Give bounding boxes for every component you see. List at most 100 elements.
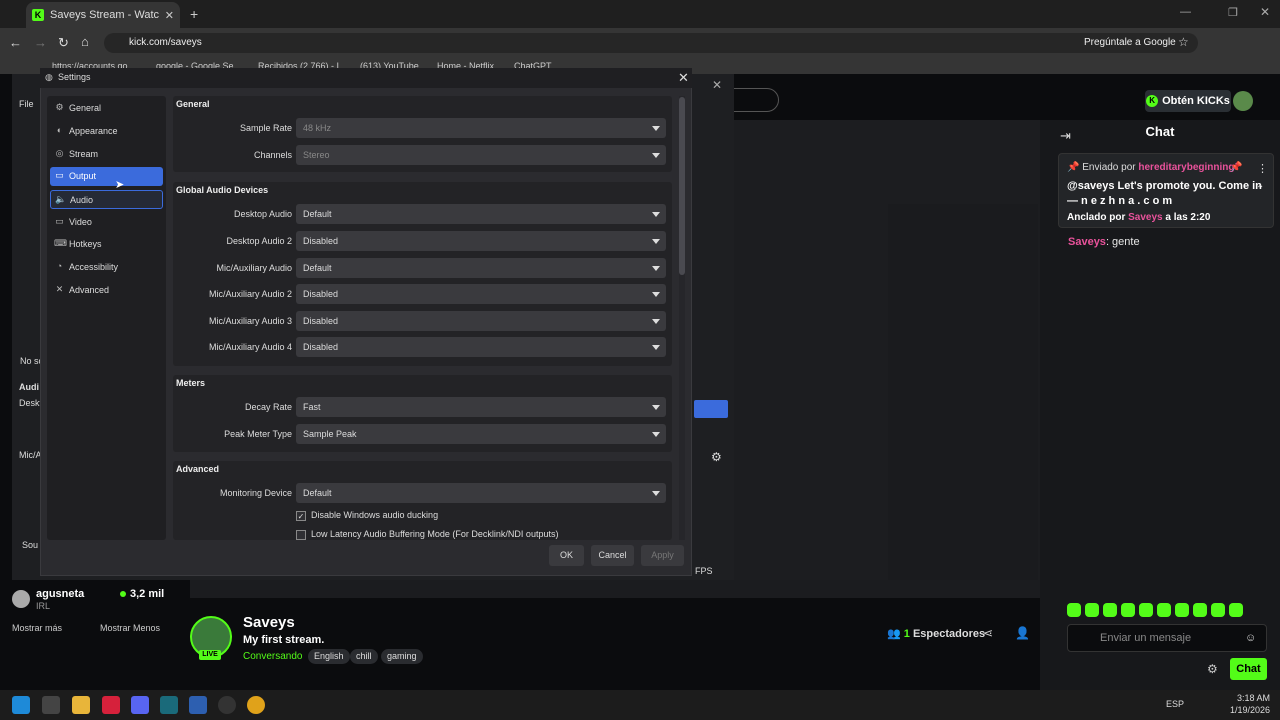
obs-mic-label: Mic/A: [19, 450, 42, 460]
file-explorer-icon[interactable]: [72, 696, 90, 714]
show-less-link[interactable]: Mostrar Menos: [100, 623, 160, 633]
chrome-icon[interactable]: [247, 696, 265, 714]
desktop-audio-2-select[interactable]: Disabled: [296, 231, 666, 251]
mic-audio-select[interactable]: Default: [296, 258, 666, 278]
peak-meter-select[interactable]: Sample Peak: [296, 424, 666, 444]
kick-coin-icon: K: [1146, 95, 1159, 107]
browser-tab[interactable]: K Saveys Stream - Watch Live on ✕: [26, 2, 180, 28]
chat-title: Chat: [1145, 124, 1175, 139]
more-options-icon[interactable]: ⋮: [1257, 162, 1268, 175]
keyboard-icon: ⌨: [54, 238, 67, 248]
assistant-button[interactable]: Pregúntale a Google: [1084, 37, 1176, 48]
nav-label: Output: [69, 171, 97, 181]
cancel-button[interactable]: Cancel: [591, 545, 634, 566]
channel-name[interactable]: agusneta: [36, 588, 84, 600]
ducking-checkbox[interactable]: ✓ Disable Windows audio ducking: [296, 510, 438, 521]
mic-audio-3-select[interactable]: Disabled: [296, 311, 666, 331]
close-window-icon[interactable]: ✕: [1260, 5, 1270, 19]
obs-taskbar-icon[interactable]: [218, 696, 236, 714]
chat-input[interactable]: Enviar un mensaje: [1067, 624, 1267, 652]
follow-icon[interactable]: 👤: [1015, 626, 1030, 640]
streamer-name[interactable]: Saveys: [243, 614, 295, 631]
ok-button[interactable]: OK: [549, 545, 584, 566]
peak-meter-label: Peak Meter Type: [224, 429, 292, 439]
close-tab-icon[interactable]: ✕: [165, 9, 174, 22]
monitoring-device-select[interactable]: Default: [296, 483, 666, 503]
low-latency-checkbox[interactable]: Low Latency Audio Buffering Mode (For De…: [296, 529, 558, 540]
new-tab-button[interactable]: +: [190, 6, 198, 22]
taskbar-app-icon[interactable]: [42, 696, 60, 714]
decay-rate-select[interactable]: Fast: [296, 397, 666, 417]
emoji-icon[interactable]: ☺: [1245, 632, 1256, 644]
show-more-link[interactable]: Mostrar más: [12, 623, 62, 633]
language-indicator[interactable]: ESP: [1166, 699, 1184, 709]
accessibility-icon: ◔: [56, 261, 63, 271]
mouse-cursor-icon: ➤: [115, 179, 125, 191]
emote-icon[interactable]: [1229, 603, 1243, 617]
settings-close-icon[interactable]: ✕: [678, 70, 689, 86]
emote-icon[interactable]: [1157, 603, 1171, 617]
nav-stream[interactable]: ◎ Stream: [50, 145, 163, 164]
back-icon[interactable]: ←: [9, 35, 22, 50]
nav-video[interactable]: ▭ Video: [50, 213, 163, 232]
nav-accessibility[interactable]: ◔ Accessibility: [50, 258, 163, 277]
forward-icon[interactable]: →: [34, 35, 47, 50]
emote-icon[interactable]: [1121, 603, 1135, 617]
url-text[interactable]: kick.com/saveys: [129, 37, 202, 48]
address-bar[interactable]: [104, 33, 1198, 53]
nav-appearance[interactable]: ◐ Appearance: [50, 122, 163, 141]
unpin-icon[interactable]: 📌: [1230, 162, 1242, 173]
general-heading: General: [176, 99, 210, 109]
home-icon[interactable]: ⌂: [81, 34, 89, 49]
mic-audio-2-select[interactable]: Disabled: [296, 284, 666, 304]
settings-scroll-thumb[interactable]: [679, 97, 685, 275]
emote-icon[interactable]: [1067, 603, 1081, 617]
taskbar-clock[interactable]: 3:18 AM 1/19/2026: [1230, 692, 1270, 716]
share-icon[interactable]: ⋖: [983, 626, 993, 640]
pinned-user[interactable]: hereditarybeginning!: [1138, 162, 1237, 173]
live-badge: LIVE: [199, 650, 221, 660]
emote-icon[interactable]: [1103, 603, 1117, 617]
obs-file-menu[interactable]: File: [19, 99, 34, 109]
tag-gaming[interactable]: gaming: [381, 649, 423, 664]
obs-start-button[interactable]: [694, 400, 728, 418]
obs-settings-gear-icon[interactable]: ⚙: [711, 450, 722, 464]
mic-audio-4-select[interactable]: Disabled: [296, 337, 666, 357]
taskbar-app-icon[interactable]: [160, 696, 178, 714]
taskbar-app-icon[interactable]: [189, 696, 207, 714]
emote-icon[interactable]: [1211, 603, 1225, 617]
pinned-by-prefix: Anclado por: [1067, 212, 1126, 223]
collapse-pinned-icon[interactable]: ⌃: [1256, 184, 1264, 195]
channels-select[interactable]: Stereo: [296, 145, 666, 165]
tag-english[interactable]: English: [308, 649, 350, 664]
windows-start-icon[interactable]: [12, 696, 30, 714]
discord-icon[interactable]: [131, 696, 149, 714]
minimize-icon[interactable]: —: [1180, 6, 1191, 18]
nav-general[interactable]: ⚙ General: [50, 99, 163, 118]
pinned-by-user[interactable]: Saveys: [1128, 212, 1162, 223]
obtain-kicks-button[interactable]: K Obtén KICKs: [1145, 90, 1231, 112]
channel-avatar[interactable]: [12, 590, 30, 608]
emote-icon[interactable]: [1175, 603, 1189, 617]
chat-send-button[interactable]: Chat: [1230, 658, 1267, 680]
chat-settings-icon[interactable]: ⚙: [1207, 662, 1218, 676]
emote-icon[interactable]: [1193, 603, 1207, 617]
maximize-icon[interactable]: ❐: [1228, 6, 1238, 19]
chat-message-user[interactable]: Saveys: [1068, 236, 1106, 248]
stream-category[interactable]: Conversando: [243, 651, 302, 662]
user-avatar[interactable]: [1233, 91, 1253, 111]
sample-rate-select[interactable]: 48 kHz: [296, 118, 666, 138]
nav-audio[interactable]: 🔈 Audio: [50, 190, 163, 209]
emote-icon[interactable]: [1085, 603, 1099, 617]
nav-output[interactable]: ▭ Output: [50, 167, 163, 186]
apply-button[interactable]: Apply: [641, 545, 684, 566]
obs-close-icon[interactable]: ✕: [712, 78, 722, 92]
desktop-audio-select[interactable]: Default: [296, 204, 666, 224]
reload-icon[interactable]: ↻: [58, 35, 69, 51]
emote-icon[interactable]: [1139, 603, 1153, 617]
bookmark-star-icon[interactable]: ☆: [1178, 35, 1189, 49]
nav-advanced[interactable]: ✕ Advanced: [50, 281, 163, 300]
nav-hotkeys[interactable]: ⌨ Hotkeys: [50, 235, 163, 254]
tag-chill[interactable]: chill: [350, 649, 378, 664]
taskbar-app-icon[interactable]: [102, 696, 120, 714]
